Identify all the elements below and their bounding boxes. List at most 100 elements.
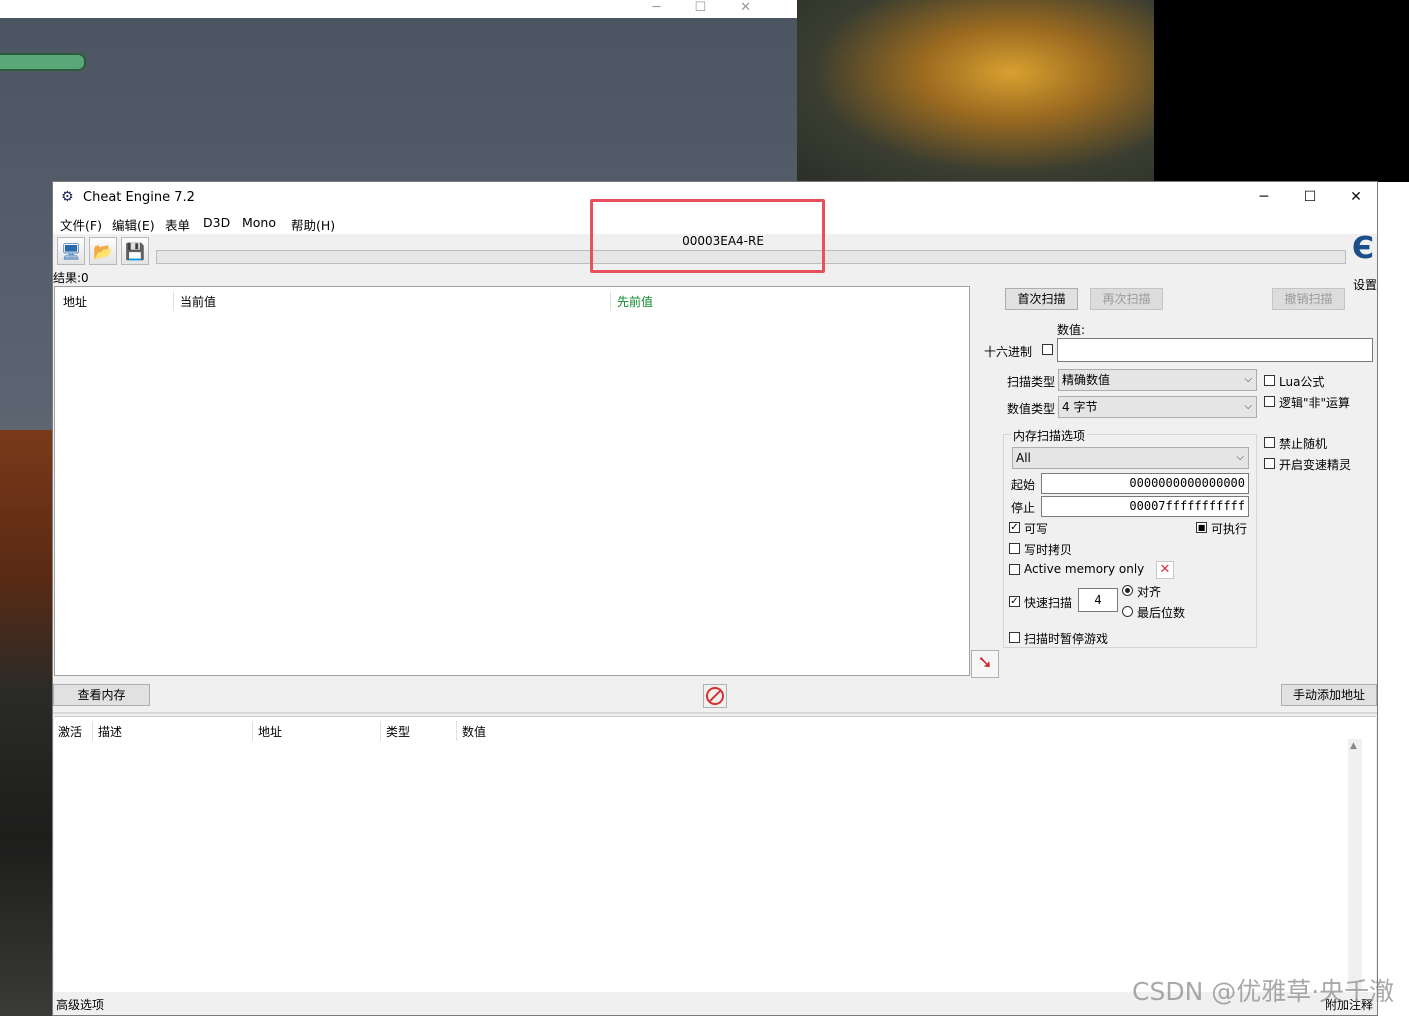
undo-scan-button[interactable]: 撤销扫描	[1272, 288, 1345, 310]
no-random-label: 禁止随机	[1279, 437, 1328, 451]
open-file-button[interactable]: 📂	[89, 237, 117, 265]
scan-value-input[interactable]	[1057, 338, 1373, 362]
align-radio[interactable]	[1122, 585, 1133, 596]
arrow-down-right-icon: ➘	[977, 652, 993, 673]
memory-region-select[interactable]: All ⌵	[1012, 447, 1249, 469]
panel-splitter[interactable]	[53, 712, 1377, 714]
value-type-label: 数值类型	[1007, 402, 1056, 416]
speedhack-label: 开启变速精灵	[1279, 458, 1352, 472]
add-address-manually-button[interactable]: 手动添加地址	[1281, 684, 1377, 706]
computer-icon: 🖥	[60, 241, 82, 261]
scan-results-list[interactable]: 地址 当前值 先前值	[54, 286, 970, 676]
game-scenery	[0, 430, 60, 1016]
result-count: 结果:0	[53, 271, 89, 285]
next-scan-button[interactable]: 再次扫描	[1090, 288, 1163, 310]
first-scan-button[interactable]: 首次扫描	[1005, 288, 1078, 310]
no-random-checkbox[interactable]	[1264, 437, 1275, 448]
menu-table[interactable]: 表单	[165, 215, 190, 234]
pause-game-checkbox[interactable]	[1009, 632, 1020, 643]
maximize-button[interactable]: ☐	[1287, 182, 1333, 212]
column-type[interactable]: 类型	[386, 723, 410, 740]
game-health-bar	[0, 53, 86, 71]
close-button[interactable]: ✕	[1333, 182, 1379, 212]
advanced-options-label[interactable]: 高级选项	[56, 996, 104, 1013]
menu-mono[interactable]: Mono	[242, 215, 276, 230]
address-list[interactable]: 激活 描述 地址 类型 数值 ▲	[54, 716, 1376, 992]
pause-game-label: 扫描时暂停游戏	[1024, 632, 1109, 646]
menu-help[interactable]: 帮助(H)	[291, 215, 335, 234]
last-digits-radio[interactable]	[1122, 606, 1133, 617]
cheat-engine-logo[interactable]: Є	[1349, 234, 1377, 264]
scan-type-value: 精确数值	[1062, 373, 1111, 387]
value-type-value: 4 字节	[1062, 400, 1098, 414]
cheat-engine-window: ⚙ Cheat Engine 7.2 ─ ☐ ✕ 文件(F) 编辑(E) 表单 …	[52, 181, 1378, 1016]
lua-formula-checkbox[interactable]	[1264, 375, 1275, 386]
hex-checkbox[interactable]	[1042, 344, 1053, 355]
column-separator	[456, 721, 457, 741]
not-operation-label: 逻辑"非"运算	[1279, 396, 1351, 410]
background-photo	[797, 0, 1154, 182]
address-list-scrollbar[interactable]: ▲	[1348, 739, 1362, 991]
chevron-up-icon[interactable]: ▲	[1350, 741, 1357, 751]
fast-scan-alignment-input[interactable]: 4	[1078, 588, 1118, 612]
last-digits-label: 最后位数	[1137, 606, 1186, 620]
stop-icon[interactable]	[703, 684, 727, 708]
column-separator	[92, 721, 93, 741]
menu-file[interactable]: 文件(F)	[60, 215, 102, 234]
hex-label: 十六进制	[984, 345, 1033, 359]
save-file-button[interactable]: 💾	[121, 237, 149, 265]
save-icon: 💾	[125, 241, 145, 261]
column-value[interactable]: 数值	[462, 723, 486, 740]
not-operation-checkbox[interactable]	[1264, 396, 1275, 407]
add-to-list-arrow-button[interactable]: ➘	[971, 650, 999, 678]
writable-checkbox[interactable]: ✓	[1009, 522, 1020, 533]
copy-on-write-label: 写时拷贝	[1024, 543, 1073, 557]
window-title: Cheat Engine 7.2	[83, 190, 195, 205]
column-description[interactable]: 描述	[98, 723, 122, 740]
column-separator	[252, 721, 253, 741]
copy-on-write-checkbox[interactable]	[1009, 543, 1020, 554]
fast-scan-label: 快速扫描	[1024, 596, 1073, 610]
settings-label[interactable]: 设置	[1353, 276, 1377, 293]
fast-scan-checkbox[interactable]: ✓	[1009, 596, 1020, 607]
column-separator	[173, 291, 174, 311]
stop-address-input[interactable]: 00007fffffffffff	[1041, 496, 1249, 517]
lua-formula-label: Lua公式	[1279, 375, 1325, 389]
scan-type-select[interactable]: 精确数值 ⌵	[1058, 369, 1257, 391]
column-previous-value[interactable]: 先前值	[617, 293, 653, 310]
column-separator	[380, 721, 381, 741]
executable-checkbox[interactable]: ■	[1196, 522, 1207, 533]
game-window-controls: ─☐✕	[652, 0, 785, 15]
process-highlight-box	[590, 199, 825, 273]
value-label: 数值:	[1057, 323, 1086, 337]
column-address[interactable]: 地址	[63, 293, 87, 310]
menu-edit[interactable]: 编辑(E)	[112, 215, 155, 234]
open-folder-icon: 📂	[93, 241, 113, 261]
column-address[interactable]: 地址	[258, 723, 282, 740]
column-separator	[610, 291, 611, 311]
writable-label: 可写	[1024, 522, 1049, 536]
minimize-button[interactable]: ─	[1241, 182, 1287, 212]
view-memory-button[interactable]: 查看内存	[53, 684, 150, 706]
start-address-input[interactable]: 0000000000000000	[1041, 473, 1249, 494]
active-memory-label: Active memory only	[1024, 562, 1145, 576]
scan-type-label: 扫描类型	[1007, 375, 1056, 389]
speedhack-checkbox[interactable]	[1264, 458, 1275, 469]
menu-d3d[interactable]: D3D	[203, 215, 230, 230]
close-icon[interactable]: ✕	[1156, 561, 1174, 579]
executable-label: 可执行	[1211, 522, 1248, 536]
active-memory-checkbox[interactable]	[1009, 564, 1020, 575]
memory-scan-options-title: 内存扫描选项	[1011, 427, 1088, 444]
select-process-button[interactable]: 🖥	[57, 237, 85, 265]
column-current-value[interactable]: 当前值	[180, 293, 216, 310]
start-label: 起始	[1011, 478, 1036, 492]
game-window-titlebar: ─☐✕	[0, 0, 797, 18]
background-right-strip	[1378, 182, 1409, 1016]
cheat-engine-icon: ⚙	[61, 189, 74, 205]
chevron-down-icon: ⌵	[1244, 401, 1252, 412]
value-type-select[interactable]: 4 字节 ⌵	[1058, 396, 1257, 418]
watermark: CSDN @优雅草·央千澈	[1132, 977, 1395, 1006]
stop-label: 停止	[1011, 501, 1036, 515]
memory-region-value: All	[1016, 451, 1031, 465]
column-active[interactable]: 激活	[58, 723, 82, 740]
